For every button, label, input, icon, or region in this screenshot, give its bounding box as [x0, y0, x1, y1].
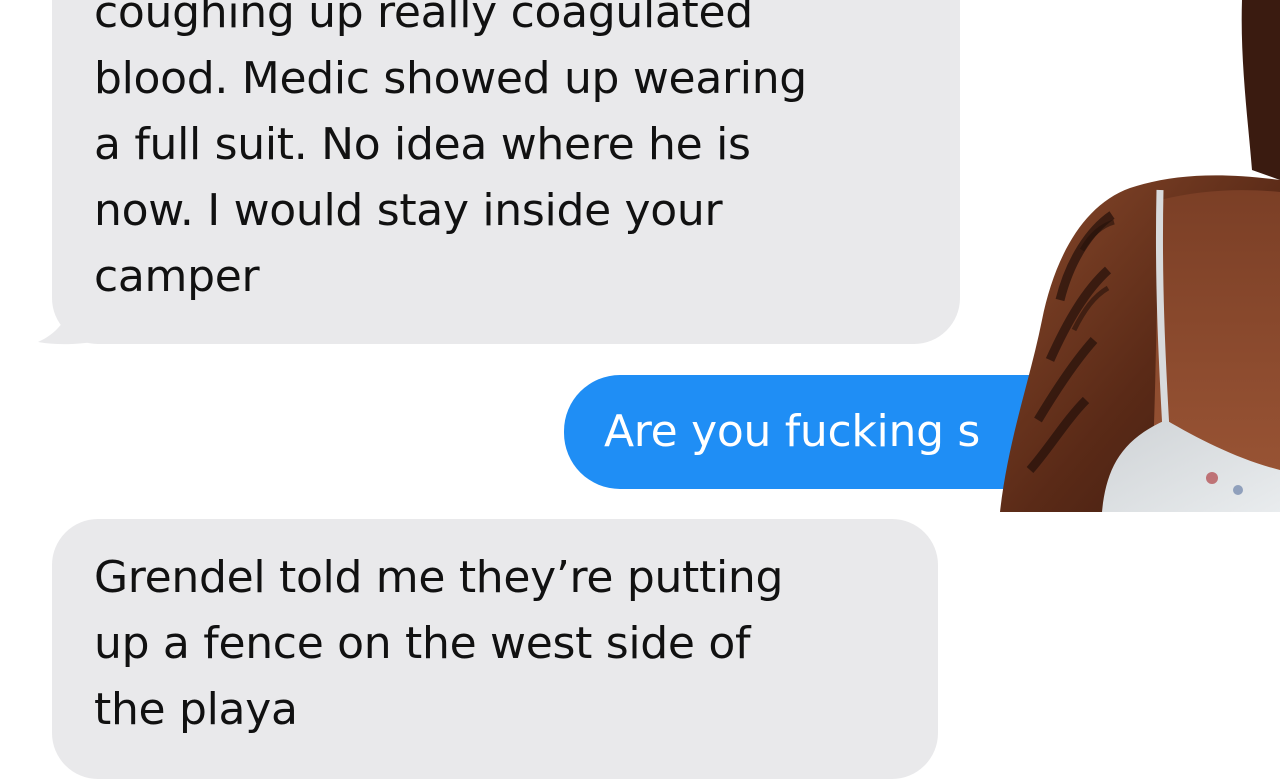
received-message-bubble: coughing up really coagulated blood. Med… — [52, 0, 960, 344]
message-thread: coughing up really coagulated blood. Med… — [0, 0, 1280, 779]
person-cutout-image — [1000, 0, 1280, 512]
received-message-bubble: Grendel told me they’re putting up a fen… — [52, 519, 938, 779]
